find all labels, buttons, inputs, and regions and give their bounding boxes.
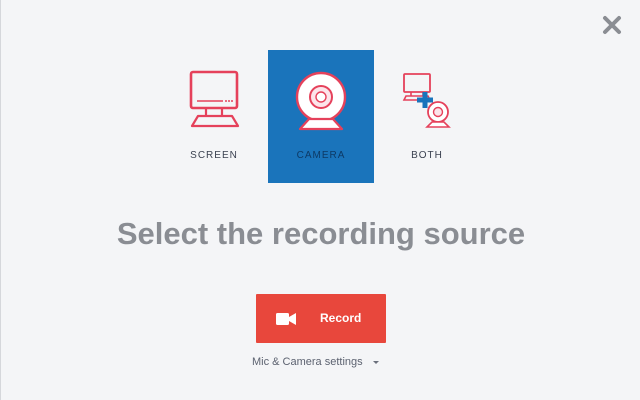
monitor-plus-webcam-icon (402, 73, 451, 128)
source-screen-label: SCREEN (190, 150, 238, 161)
mic-camera-settings-link[interactable]: Mic & Camera settings (252, 356, 379, 368)
caret-down-icon (372, 360, 379, 364)
source-both-label: BOTH (411, 150, 443, 161)
close-icon (603, 16, 621, 34)
source-screen-button[interactable]: SCREEN (161, 50, 267, 183)
settings-link-label: Mic & Camera settings (252, 356, 363, 368)
video-camera-icon (276, 313, 296, 325)
webcam-icon (295, 71, 347, 131)
page-title: Select the recording source (116, 216, 526, 251)
close-button[interactable] (601, 14, 623, 36)
source-options: SCREEN CAMERA BOTH (161, 50, 481, 183)
monitor-icon (189, 70, 240, 128)
record-button[interactable]: Record (256, 294, 386, 343)
source-both-button[interactable]: BOTH (374, 50, 480, 183)
record-button-label: Record (320, 311, 362, 325)
source-camera-button[interactable]: CAMERA (268, 50, 374, 183)
source-camera-label: CAMERA (296, 150, 346, 161)
recording-dialog: SCREEN CAMERA BOTH Select the recording … (0, 0, 640, 400)
